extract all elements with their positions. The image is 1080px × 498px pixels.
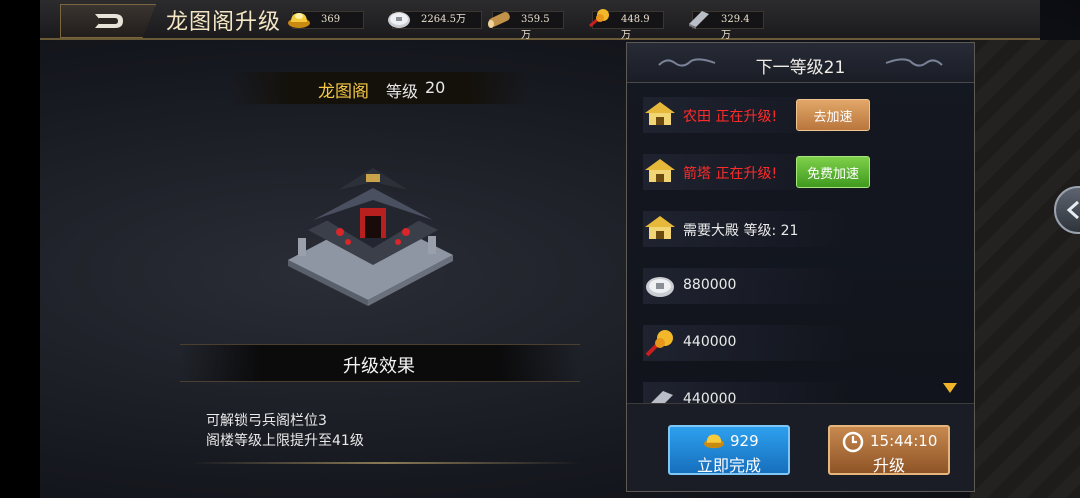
resource-food: 448.9万 <box>589 9 664 41</box>
panel-header: 下一等级21 <box>627 43 974 83</box>
building-icon <box>645 159 675 182</box>
gold-ingot-icon <box>288 13 310 28</box>
food-grain-icon <box>589 9 609 28</box>
food-grain-icon <box>645 330 673 357</box>
iron-bar-icon <box>689 11 709 29</box>
requirement-text: 箭塔 正在升级! <box>683 163 777 183</box>
back-arrow-icon <box>95 14 123 28</box>
building-level-label: 等级 <box>386 82 419 101</box>
requirement-row-hall: 需要大殿 等级: 21 <box>643 211 853 247</box>
chevron-left-icon <box>1066 200 1079 220</box>
left-black-strip <box>0 0 40 498</box>
requirement-building-name: 箭塔 <box>683 166 711 182</box>
finish-label: 立即完成 <box>696 456 761 475</box>
go-speedup-button[interactable]: 去加速 <box>796 99 870 131</box>
requirement-row-silver: 880000 <box>643 268 853 304</box>
building-level-value: 20 <box>425 78 446 97</box>
gold-ingot-icon <box>704 434 724 449</box>
resource-iron: 329.4万 <box>689 10 764 41</box>
requirement-building-name: 农田 <box>683 109 711 125</box>
instant-finish-button[interactable]: 929 立即完成 <box>668 425 790 475</box>
building-image <box>288 168 453 306</box>
requirement-status: 正在升级! <box>715 166 778 182</box>
requirement-text: 需要大殿 等级: 21 <box>683 223 799 239</box>
requirement-text: 农田 正在升级! <box>683 106 777 126</box>
building-icon <box>645 102 675 125</box>
clock-icon <box>842 431 864 453</box>
resource-silver: 2264.5万 <box>388 10 482 30</box>
divider <box>190 462 580 464</box>
background-city-terrain <box>970 40 1080 498</box>
requirement-text: 440000 <box>683 334 737 350</box>
top-bar: 龙图阁升级 369 2264.5万 359.5万 448.9万 329.4万 <box>40 0 1040 41</box>
building-title-band <box>230 72 530 104</box>
silver-coin-icon <box>388 12 410 28</box>
resource-wood: 359.5万 <box>488 10 564 41</box>
scroll-down-arrow-icon[interactable] <box>942 382 958 394</box>
requirement-text: 880000 <box>683 277 737 293</box>
cloud-ornament-icon <box>885 58 943 67</box>
requirements-list[interactable]: 农田 正在升级! 去加速 箭塔 正在升级! 免费加速 需要大殿 等级: 21 8… <box>627 91 974 443</box>
finish-cost: 929 <box>730 432 759 450</box>
requirement-row-food: 440000 <box>643 325 853 361</box>
effect-line-2: 阁楼等级上限提升至41级 <box>206 433 364 449</box>
silver-coin-icon <box>646 277 674 297</box>
building-icon <box>645 216 675 239</box>
wood-log-icon <box>488 12 510 28</box>
effect-title: 升级效果 <box>343 356 415 377</box>
upgrade-label: 升级 <box>872 456 905 475</box>
building-name: 龙图阁 <box>318 82 369 102</box>
effect-line-1: 可解锁弓兵阁栏位3 <box>206 413 327 429</box>
requirement-status: 正在升级! <box>715 109 778 125</box>
upgrade-time: 15:44:10 <box>870 432 938 450</box>
back-button[interactable] <box>60 4 156 38</box>
page-title: 龙图阁升级 <box>166 10 282 35</box>
upgrade-button[interactable]: 15:44:10 升级 <box>828 425 950 475</box>
free-speedup-button[interactable]: 免费加速 <box>796 156 870 188</box>
resource-gold: 369 <box>288 10 364 30</box>
